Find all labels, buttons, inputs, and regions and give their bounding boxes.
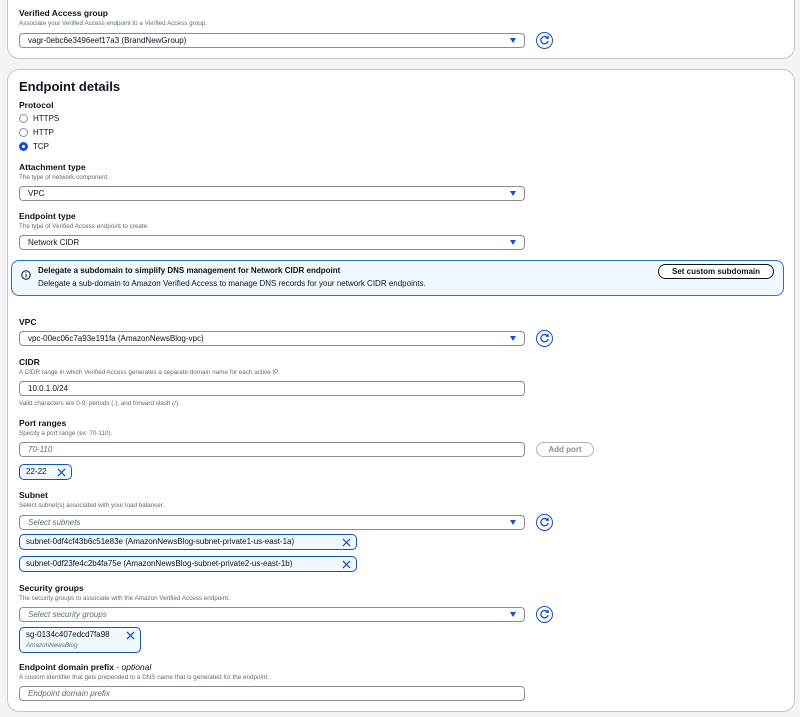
group-description: Associate your Verified Access endpoint …: [19, 20, 207, 27]
info-icon: [21, 267, 31, 285]
security-group-token-label: sg-0134c407edcd7fa98: [26, 630, 110, 639]
radio-http[interactable]: [19, 128, 28, 137]
group-card: Verified Access group Associate your Ver…: [7, 0, 795, 59]
section-title: Endpoint details: [19, 79, 121, 94]
endpoint-type-label: Endpoint type: [19, 211, 76, 221]
caret-down-icon: [510, 191, 516, 196]
refresh-icon[interactable]: [536, 606, 553, 623]
caret-down-icon: [510, 38, 516, 43]
vpc-select[interactable]: vpc-00ec06c7a93e191fa (AmazonNewsBlog-vp…: [19, 331, 525, 346]
caret-down-icon: [510, 612, 516, 617]
subnet-token-label: subnet-0df23fe4c2b4fa75e (AmazonNewsBlog…: [26, 559, 293, 568]
cidr-hint: Valid characters are 0-9, periods (.), a…: [19, 400, 180, 407]
domain-prefix-input[interactable]: Endpoint domain prefix: [19, 686, 525, 701]
port-range-token: 22-22: [19, 464, 72, 480]
subnet-select[interactable]: Select subnets: [19, 515, 525, 530]
port-ranges-description: Specify a port range (ex: 70-110).: [19, 430, 113, 437]
caret-down-icon: [510, 520, 516, 525]
endpoint-type-value: Network CIDR: [28, 238, 80, 247]
security-groups-label: Security groups: [19, 583, 84, 593]
endpoint-type-select[interactable]: Network CIDR: [19, 235, 525, 250]
cidr-input[interactable]: 10.0.1.0/24: [19, 381, 525, 396]
domain-prefix-description: A custom identifier that gets prepended …: [19, 674, 269, 681]
radio-label-http: HTTP: [33, 128, 54, 137]
add-port-button[interactable]: Add port: [536, 442, 594, 457]
cidr-description: A CIDR range in which Verified Access ge…: [19, 369, 280, 376]
endpoint-type-description: The type of Verified Access endpoint to …: [19, 223, 149, 230]
info-body: Delegate a sub-domain to Amazon Verified…: [38, 279, 426, 288]
vpc-label: VPC: [19, 317, 37, 327]
close-icon[interactable]: [342, 560, 351, 569]
radio-label-https: HTTPS: [33, 114, 60, 123]
protocol-option-http[interactable]: HTTP: [19, 127, 54, 138]
radio-tcp[interactable]: [19, 142, 28, 151]
subnet-label: Subnet: [19, 490, 48, 500]
attachment-type-label: Attachment type: [19, 162, 86, 172]
set-custom-subdomain-button[interactable]: Set custom subdomain: [658, 264, 774, 279]
info-alert: Delegate a subdomain to simplify DNS man…: [11, 260, 784, 296]
domain-prefix-label-text: Endpoint domain prefix: [19, 662, 114, 672]
attachment-type-select[interactable]: VPC: [19, 186, 525, 201]
refresh-icon[interactable]: [536, 330, 553, 347]
domain-prefix-optional: - optional: [116, 662, 152, 672]
domain-prefix-label: Endpoint domain prefix - optional: [19, 662, 151, 672]
close-icon[interactable]: [342, 538, 351, 547]
group-select-value: vagr-0ebc6e3496eef17a3 (BrandNewGroup): [28, 36, 187, 45]
subnet-token: subnet-0df4cf43b6c51e83e (AmazonNewsBlog…: [19, 534, 357, 550]
security-groups-select[interactable]: Select security groups: [19, 607, 525, 622]
radio-label-tcp: TCP: [33, 142, 49, 151]
subnet-token-label: subnet-0df4cf43b6c51e83e (AmazonNewsBlog…: [26, 537, 295, 546]
port-range-input[interactable]: 70-110: [19, 442, 525, 457]
protocol-label: Protocol: [19, 100, 54, 110]
security-group-token-sublabel: AmazonNewsBlog: [26, 642, 78, 649]
group-select[interactable]: vagr-0ebc6e3496eef17a3 (BrandNewGroup): [19, 33, 525, 48]
radio-https[interactable]: [19, 114, 28, 123]
security-groups-placeholder: Select security groups: [28, 610, 107, 619]
refresh-icon[interactable]: [536, 514, 553, 531]
refresh-icon[interactable]: [536, 32, 553, 49]
port-ranges-label: Port ranges: [19, 418, 67, 428]
port-range-token-label: 22-22: [26, 467, 47, 476]
attachment-type-value: VPC: [28, 189, 45, 198]
attachment-type-description: The type of network component.: [19, 174, 109, 181]
endpoint-details-card: Endpoint details Protocol HTTPS HTTP TCP…: [7, 69, 795, 712]
vpc-value: vpc-00ec06c7a93e191fa (AmazonNewsBlog-vp…: [28, 334, 204, 343]
info-title: Delegate a subdomain to simplify DNS man…: [38, 266, 341, 275]
subnet-description: Select subnet(s) associated with your lo…: [19, 502, 165, 509]
subnet-token: subnet-0df23fe4c2b4fa75e (AmazonNewsBlog…: [19, 556, 357, 572]
cidr-label: CIDR: [19, 357, 40, 367]
caret-down-icon: [510, 336, 516, 341]
protocol-option-https[interactable]: HTTPS: [19, 113, 59, 124]
group-label: Verified Access group: [19, 8, 108, 18]
security-group-token: sg-0134c407edcd7fa98 AmazonNewsBlog: [19, 627, 141, 653]
protocol-option-tcp[interactable]: TCP: [19, 141, 49, 152]
caret-down-icon: [510, 240, 516, 245]
security-groups-description: The security groups to associate with th…: [19, 595, 230, 602]
subnet-placeholder: Select subnets: [28, 518, 81, 527]
close-icon[interactable]: [126, 631, 135, 640]
close-icon[interactable]: [57, 468, 66, 477]
